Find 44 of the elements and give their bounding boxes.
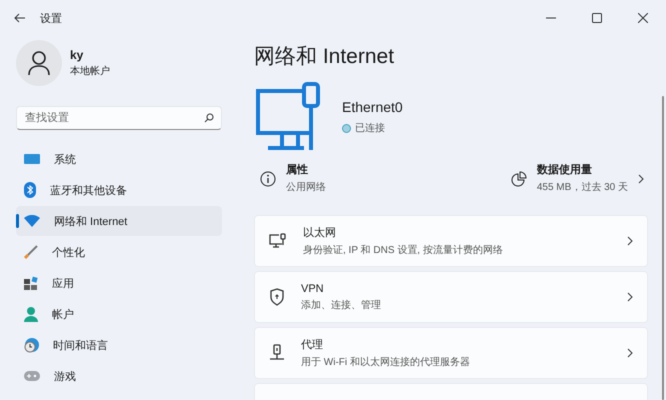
minimize-icon bbox=[546, 17, 556, 19]
close-icon bbox=[638, 13, 648, 23]
globe-icon bbox=[342, 124, 351, 132]
sidebar-item[interactable]: 应用 bbox=[16, 268, 222, 298]
search-field[interactable]: 查找设置 bbox=[16, 106, 222, 130]
bluetooth-icon bbox=[24, 182, 36, 198]
sidebar-item[interactable]: 网络和 Internet bbox=[16, 206, 222, 236]
connection-status: 已连接 bbox=[355, 122, 385, 135]
window-title: 设置 bbox=[40, 12, 62, 26]
settings-card[interactable]: 代理 用于 Wi-Fi 和以太网连接的代理服务器 bbox=[254, 327, 648, 379]
properties-link[interactable]: 属性 公用网络 bbox=[260, 162, 326, 195]
sidebar-item[interactable]: 游戏 bbox=[16, 361, 222, 391]
page-title: 网络和 Internet bbox=[254, 44, 396, 70]
wifi-icon bbox=[24, 215, 40, 227]
sidebar-item[interactable]: 帐户 bbox=[16, 299, 222, 329]
chevron-right-icon bbox=[627, 348, 633, 358]
sidebar-item[interactable]: 系统 bbox=[16, 144, 222, 174]
chevron-right-icon bbox=[627, 292, 633, 302]
user-name: ky bbox=[70, 48, 84, 62]
shield-icon bbox=[269, 288, 285, 306]
data-usage-link[interactable]: 数据使用量 455 MB，过去 30 天 bbox=[510, 162, 628, 195]
clock-globe-icon bbox=[24, 338, 39, 352]
person-icon bbox=[24, 306, 38, 322]
search-icon bbox=[204, 113, 214, 123]
connection-name: Ethernet0 bbox=[342, 99, 403, 115]
person-outline-icon bbox=[28, 51, 50, 75]
sidebar-item[interactable]: 个性化 bbox=[16, 237, 222, 267]
ethernet-icon bbox=[269, 233, 287, 249]
sidebar-item[interactable]: 时间和语言 bbox=[16, 330, 222, 360]
back-arrow-icon[interactable] bbox=[14, 13, 26, 23]
gamepad-icon bbox=[24, 371, 40, 381]
brush-icon bbox=[24, 245, 38, 259]
proxy-icon bbox=[269, 344, 285, 362]
settings-card[interactable]: 以太网 身份验证, IP 和 DNS 设置, 按流量计费的网络 bbox=[254, 215, 648, 267]
sidebar-item[interactable]: 蓝牙和其他设备 bbox=[16, 175, 222, 205]
chevron-right-icon bbox=[627, 236, 633, 246]
chevron-right-icon bbox=[638, 174, 644, 184]
info-icon bbox=[260, 170, 276, 186]
apps-icon bbox=[24, 276, 38, 290]
settings-card[interactable]: VPN 添加、连接、管理 bbox=[254, 271, 648, 323]
pie-chart-icon bbox=[510, 170, 527, 186]
monitor-icon bbox=[24, 153, 40, 165]
account-type: 本地帐户 bbox=[70, 64, 110, 78]
maximize-icon bbox=[592, 13, 602, 23]
